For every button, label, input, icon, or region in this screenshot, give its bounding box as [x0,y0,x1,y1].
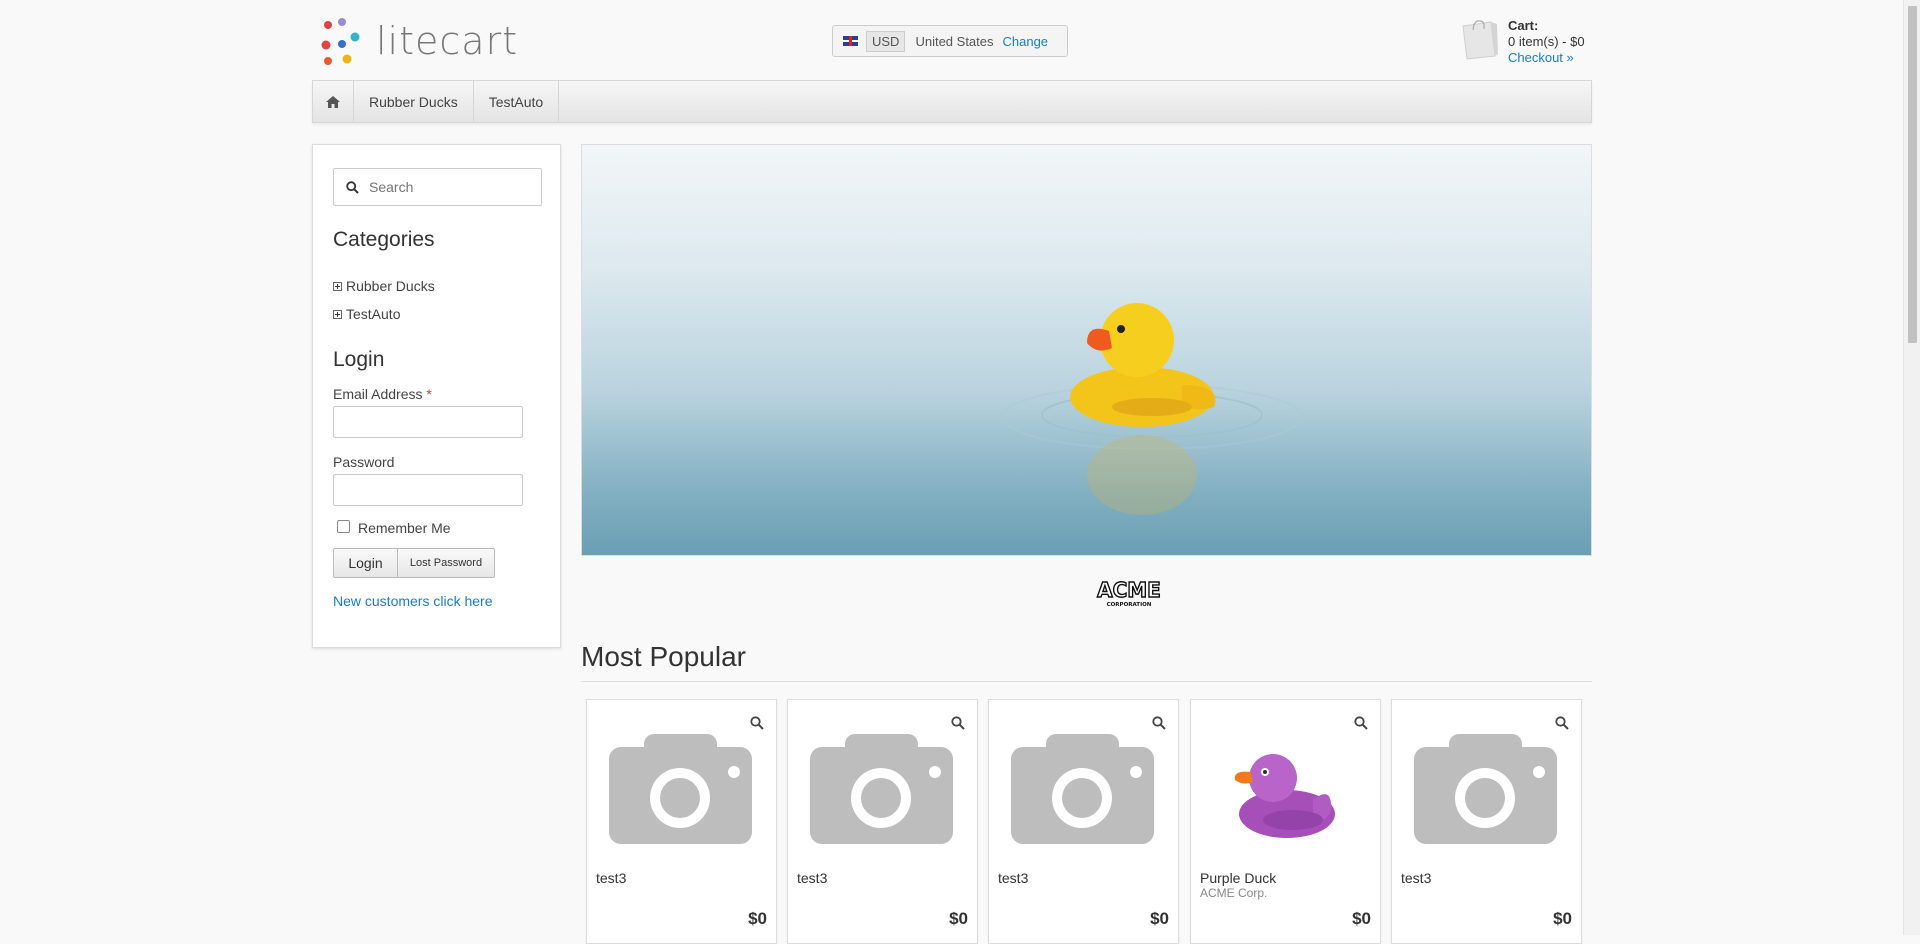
zoom-icon[interactable] [1555,716,1569,730]
camera-placeholder-icon [1011,734,1154,844]
shopping-bag-icon [1462,20,1498,60]
nav-home[interactable] [313,81,354,122]
expand-icon [333,309,342,319]
svg-text:CORPORATION: CORPORATION [1107,602,1152,608]
categories-heading: Categories [333,228,435,251]
login-buttons: Login Lost Password [333,548,540,578]
product-name: test3 [998,870,1029,886]
lost-password-button[interactable]: Lost Password [398,548,495,578]
hero-banner[interactable] [581,144,1592,556]
search-input[interactable] [367,178,531,196]
category-label: Rubber Ducks [346,278,435,294]
password-field[interactable] [333,474,523,506]
product-price: $0 [1352,909,1371,928]
remember-me-label: Remember Me [358,520,451,536]
product-manufacturer: ACME Corp. [1200,886,1268,900]
country-label: United States [915,33,994,49]
cart-widget[interactable]: Cart: 0 item(s) - $0 Checkout » [1460,18,1585,66]
sidebar: Categories Rubber Ducks TestAuto Login E… [312,144,561,648]
required-mark: * [426,386,432,402]
new-customers-link[interactable]: New customers click here [333,593,540,609]
purple-duck-image [1234,754,1335,838]
product-card[interactable]: test3 $0 [787,699,978,944]
home-icon [326,95,340,108]
email-label: Email Address * [333,386,540,402]
vertical-scrollbar[interactable] [1903,0,1920,935]
search-icon [346,180,359,194]
cart-info: Cart: 0 item(s) - $0 Checkout » [1508,18,1585,66]
scrollbar-thumb[interactable] [1908,6,1917,343]
svg-text:ACME: ACME [1097,578,1161,602]
checkout-link[interactable]: Checkout » [1508,50,1574,65]
rubber-duck-banner-image [1001,303,1303,515]
category-testauto[interactable]: TestAuto [333,300,540,328]
uk-flag-icon [843,36,858,46]
zoom-icon[interactable] [951,716,965,730]
region-selector[interactable]: USD United States Change [832,25,1068,57]
cart-title: Cart: [1508,18,1539,33]
remember-me[interactable]: Remember Me [333,519,540,536]
email-field[interactable] [333,406,523,438]
remember-me-checkbox[interactable] [337,519,350,533]
login-button[interactable]: Login [333,548,398,578]
site-logo[interactable]: litecart [318,18,519,65]
login-heading: Login [333,348,385,371]
camera-placeholder-icon [810,734,953,844]
product-name: test3 [797,870,828,886]
product-card[interactable]: test3 $0 [586,699,777,944]
product-price: $0 [748,909,767,928]
product-name: test3 [596,870,627,886]
product-name: Purple Duck [1200,870,1277,886]
camera-placeholder-icon [1414,734,1557,844]
logo-text: litecart [376,19,519,63]
product-name: test3 [1401,870,1432,886]
cart-summary: 0 item(s) - $0 [1508,34,1585,49]
currency-badge: USD [866,30,906,52]
camera-placeholder-icon [609,734,752,844]
main-nav: Rubber Ducks TestAuto [312,80,1592,123]
category-label: TestAuto [346,306,401,322]
product-card[interactable]: test3 $0 [1391,699,1582,944]
product-card[interactable]: Purple Duck ACME Corp. $0 [1190,699,1381,944]
acme-manufacturer-logo[interactable]: ACME CORPORATION [1095,577,1163,609]
most-popular-heading: Most Popular [581,641,746,672]
category-rubber-ducks[interactable]: Rubber Ducks [333,272,540,300]
nav-item-testauto[interactable]: TestAuto [474,81,560,122]
nav-item-rubber-ducks[interactable]: Rubber Ducks [354,81,474,122]
search-box[interactable] [333,168,542,206]
zoom-icon[interactable] [1152,716,1166,730]
product-price: $0 [1150,909,1169,928]
product-price: $0 [1553,909,1572,928]
password-label: Password [333,454,395,470]
expand-icon [333,281,342,291]
email-label-text: Email Address [333,386,423,402]
zoom-icon[interactable] [750,716,764,730]
change-region-link[interactable]: Change [1003,34,1049,49]
divider [581,681,1592,682]
logo-dots-icon [321,18,360,65]
product-card[interactable]: test3 $0 [988,699,1179,944]
zoom-icon[interactable] [1354,716,1368,730]
product-price: $0 [949,909,968,928]
